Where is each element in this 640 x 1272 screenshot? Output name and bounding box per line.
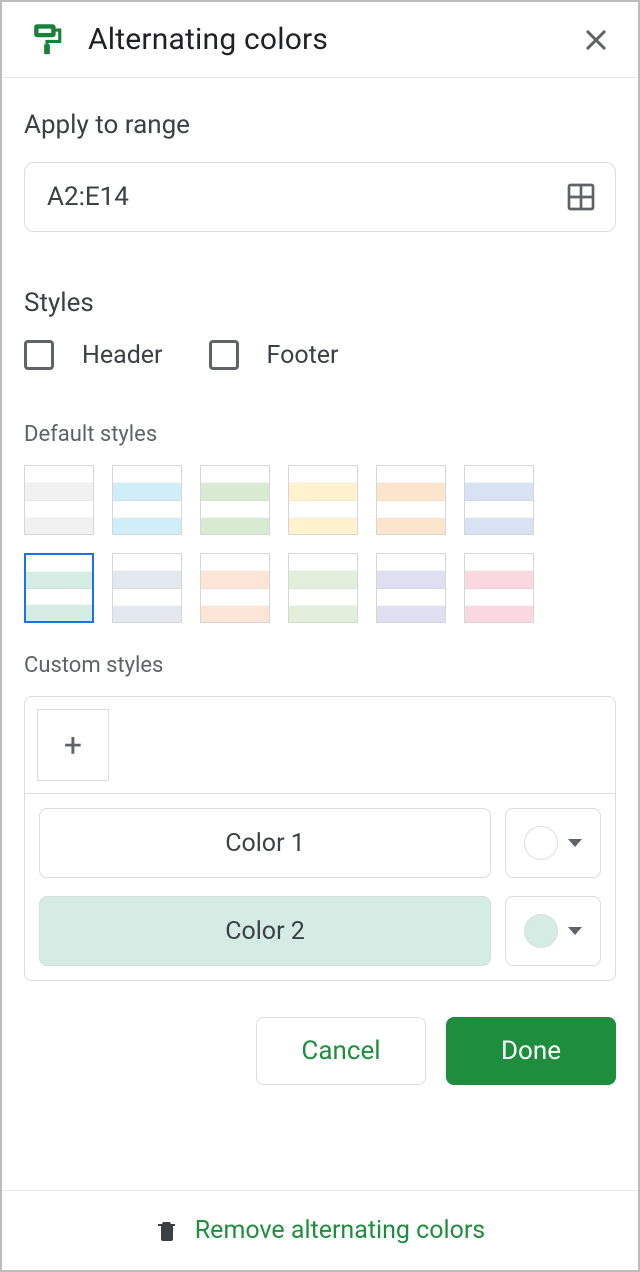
button-row: Cancel Done xyxy=(24,1017,616,1113)
default-styles-grid xyxy=(24,465,616,623)
select-range-icon[interactable] xyxy=(565,181,597,213)
chevron-down-icon xyxy=(568,839,582,847)
color1-row: Color 1 xyxy=(39,808,601,878)
style-swatch[interactable] xyxy=(464,465,534,535)
range-input-container xyxy=(24,162,616,232)
footer-checkbox[interactable]: Footer xyxy=(209,340,339,370)
custom-styles-bottom: Color 1 Color 2 xyxy=(25,794,615,980)
checkbox-box xyxy=(24,340,54,370)
custom-styles-box: + Color 1 Color 2 xyxy=(24,696,616,981)
add-custom-style-button[interactable]: + xyxy=(37,709,109,781)
style-swatch[interactable] xyxy=(112,553,182,623)
panel-header: Alternating colors xyxy=(2,2,638,78)
style-swatch[interactable] xyxy=(376,553,446,623)
custom-styles-top: + xyxy=(25,697,615,794)
color2-label: Color 2 xyxy=(39,896,491,966)
header-checkbox-label: Header xyxy=(82,341,163,370)
color1-picker[interactable] xyxy=(505,808,601,878)
chevron-down-icon xyxy=(568,927,582,935)
done-button[interactable]: Done xyxy=(446,1017,616,1085)
plus-icon: + xyxy=(64,726,82,764)
style-swatch[interactable] xyxy=(288,465,358,535)
color2-row: Color 2 xyxy=(39,896,601,966)
style-swatch[interactable] xyxy=(200,553,270,623)
cancel-button[interactable]: Cancel xyxy=(256,1017,426,1085)
style-swatch[interactable] xyxy=(200,465,270,535)
default-styles-label: Default styles xyxy=(24,422,616,447)
close-icon[interactable] xyxy=(582,26,610,54)
panel-content: Apply to range Styles Header Footer Defa… xyxy=(2,78,638,1190)
header-checkbox[interactable]: Header xyxy=(24,340,163,370)
color1-label: Color 1 xyxy=(39,808,491,878)
range-input[interactable] xyxy=(47,182,565,212)
style-swatch[interactable] xyxy=(376,465,446,535)
style-swatch[interactable] xyxy=(464,553,534,623)
footer-checkbox-label: Footer xyxy=(267,341,339,370)
checkbox-box xyxy=(209,340,239,370)
color1-swatch-circle xyxy=(524,826,558,860)
panel-title: Alternating colors xyxy=(88,22,582,57)
checkbox-row: Header Footer xyxy=(24,340,616,370)
custom-styles-label: Custom styles xyxy=(24,653,616,678)
style-swatch[interactable] xyxy=(24,465,94,535)
style-swatch[interactable] xyxy=(112,465,182,535)
color2-picker[interactable] xyxy=(505,896,601,966)
color2-swatch-circle xyxy=(524,914,558,948)
style-swatch[interactable] xyxy=(24,553,94,623)
range-label: Apply to range xyxy=(24,110,616,140)
styles-label: Styles xyxy=(24,288,616,318)
trash-icon xyxy=(155,1219,179,1243)
style-swatch[interactable] xyxy=(288,553,358,623)
paint-format-icon xyxy=(30,23,64,57)
remove-label: Remove alternating colors xyxy=(195,1216,485,1245)
remove-alternating-colors-button[interactable]: Remove alternating colors xyxy=(2,1190,638,1270)
